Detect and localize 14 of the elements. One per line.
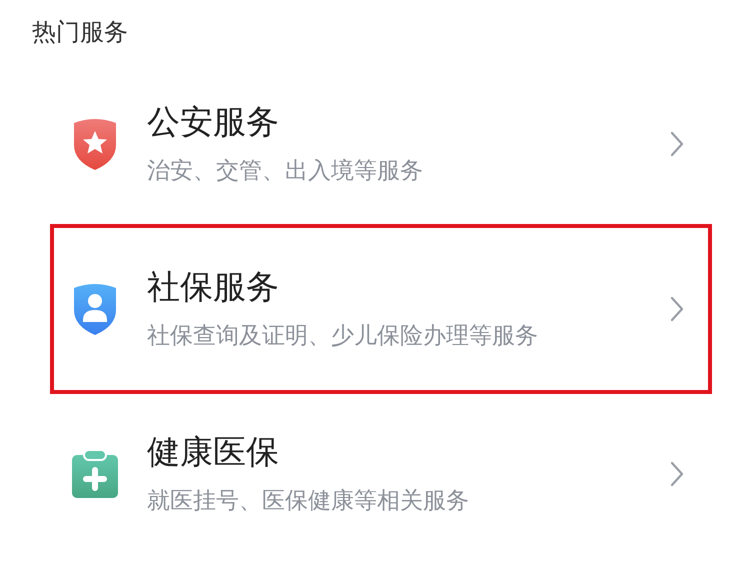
- section-title: 热门服务: [32, 17, 129, 48]
- service-title: 健康医保: [147, 432, 280, 472]
- chevron-right-icon: [670, 296, 684, 322]
- service-description: 治安、交管、出入境等服务: [147, 157, 424, 186]
- highlighted-service-item[interactable]: 社保服务 社保查询及证明、少儿保险办理等服务: [50, 224, 712, 394]
- service-description: 社保查询及证明、少儿保险办理等服务: [147, 322, 539, 351]
- chevron-right-icon: [670, 131, 684, 157]
- service-title: 社保服务: [147, 267, 280, 307]
- chevron-right-icon: [670, 461, 684, 487]
- clipboard-plus-icon: [70, 449, 120, 499]
- service-item[interactable]: 健康医保 就医挂号、医保健康等相关服务: [50, 394, 712, 554]
- service-description: 就医挂号、医保健康等相关服务: [147, 487, 470, 516]
- service-title: 公安服务: [147, 102, 280, 142]
- service-item[interactable]: 公安服务 治安、交管、出入境等服务: [50, 64, 712, 224]
